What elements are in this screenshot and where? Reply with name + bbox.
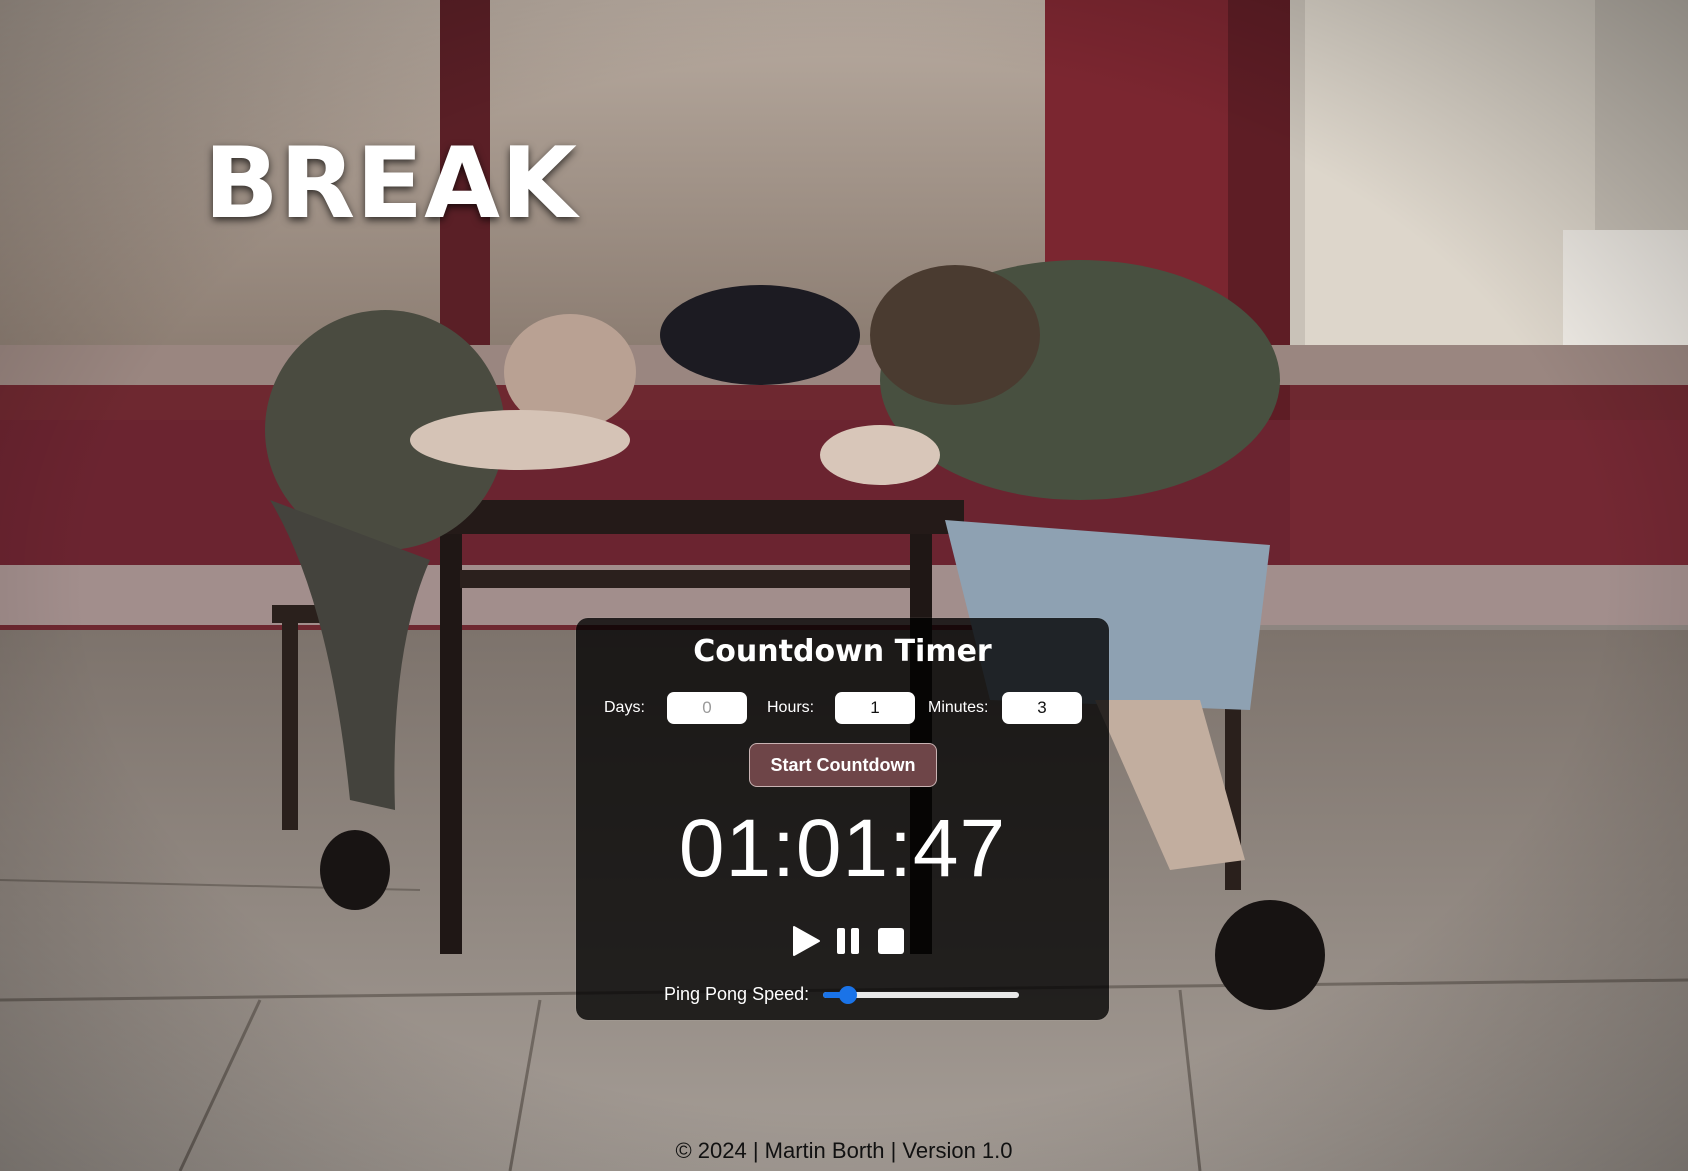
minutes-input[interactable] <box>1002 692 1082 724</box>
days-input[interactable] <box>667 692 747 724</box>
stop-button[interactable] <box>874 924 908 958</box>
hours-label: Hours: <box>767 699 815 716</box>
playback-controls <box>788 924 908 958</box>
countdown-panel: Countdown Timer Days: Hours: Minutes: St… <box>576 618 1109 1020</box>
timer-display: 01:01:47 <box>678 803 1007 894</box>
minutes-label: Minutes: <box>928 699 989 716</box>
pause-button[interactable] <box>831 924 865 958</box>
ping-pong-speed-slider[interactable] <box>823 986 1019 1004</box>
panel-title: Countdown Timer <box>693 634 992 669</box>
hours-input[interactable] <box>835 692 915 724</box>
footer: © 2024 | Martin Borth | Version 1.0 <box>675 1138 1013 1163</box>
stop-icon <box>878 928 904 954</box>
pause-icon <box>837 928 859 954</box>
play-icon <box>793 926 820 956</box>
play-button[interactable] <box>788 924 822 958</box>
days-label: Days: <box>604 699 645 716</box>
slider-thumb[interactable] <box>839 986 858 1004</box>
duration-fields: Days: Hours: Minutes: <box>576 692 1109 726</box>
ping-pong-speed-label: Ping Pong Speed: <box>664 984 810 1004</box>
page-title: BREAK <box>204 127 578 241</box>
page: BREAK Countdown Timer Days: Hours: Minut… <box>0 0 1688 1171</box>
start-countdown-button[interactable]: Start Countdown <box>749 743 937 787</box>
ping-pong-speed-row: Ping Pong Speed: <box>576 980 1109 1008</box>
